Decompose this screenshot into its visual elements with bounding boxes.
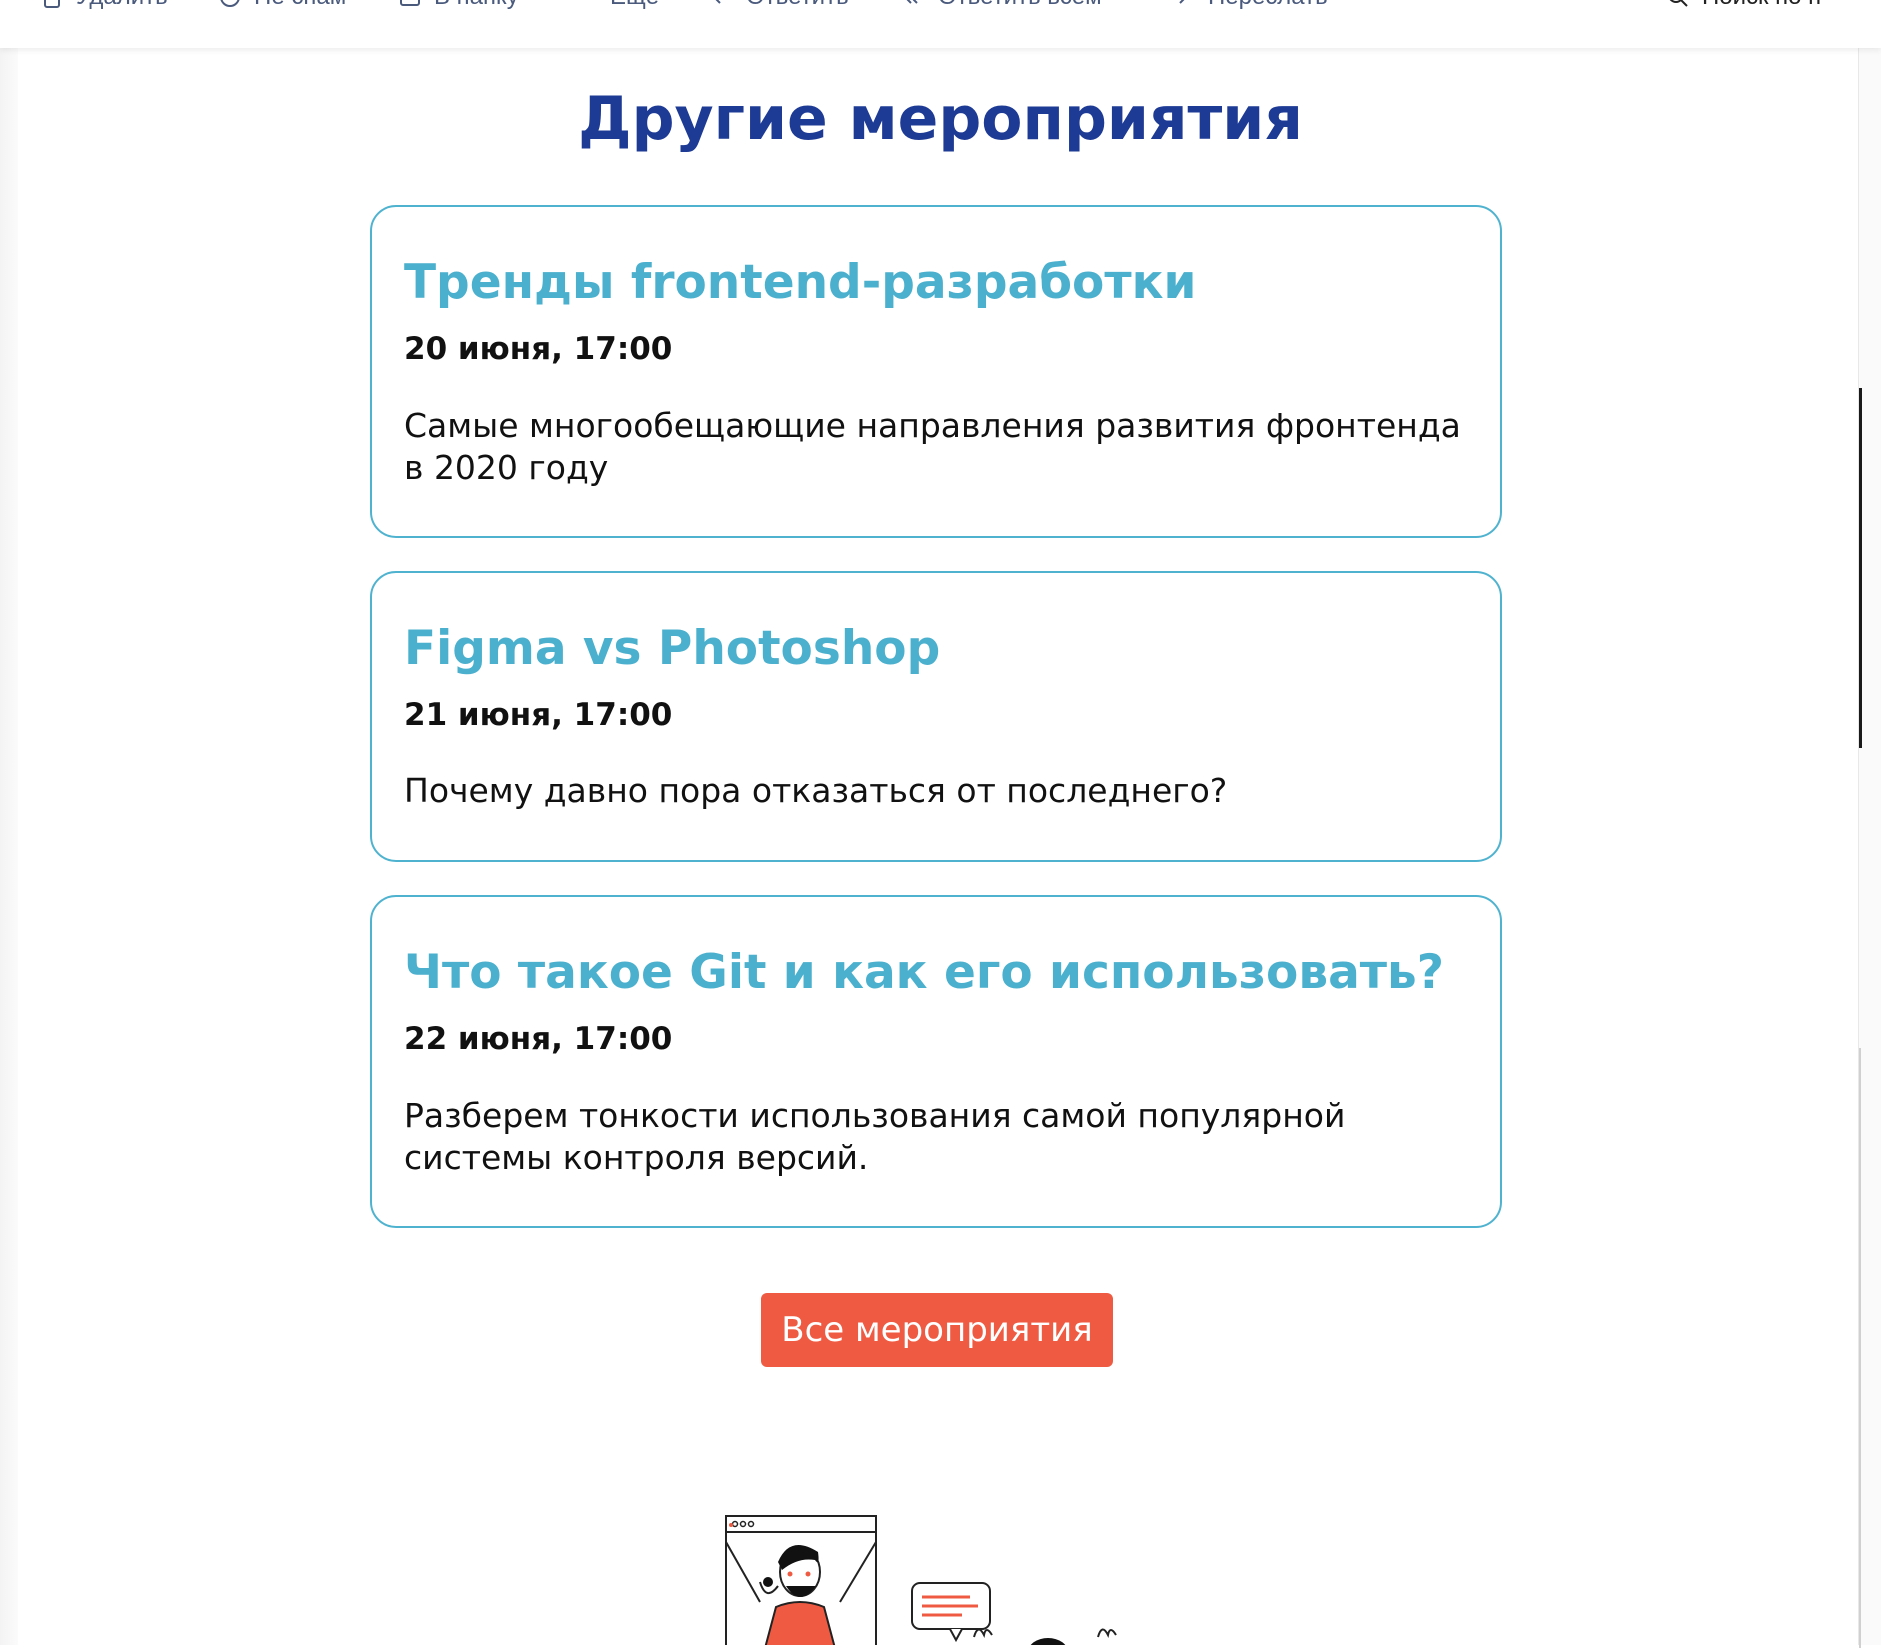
- spam-icon: [220, 0, 240, 7]
- mail-toolbar: Удалить Не спам В папку Ещё Ответить Отв…: [0, 0, 1881, 48]
- event-description: Почему давно пора отказаться от последне…: [404, 771, 1228, 810]
- reply-all-label: Ответить всем: [938, 0, 1102, 11]
- forward-label: Переслать: [1208, 0, 1328, 11]
- forward-icon: [1179, 0, 1185, 4]
- event-card: Тренды frontend-разработки 20 июня, 17:0…: [370, 205, 1502, 538]
- email-frame-left: [0, 48, 18, 1645]
- reply-all-icon: [906, 0, 918, 4]
- delete-button[interactable]: Удалить: [40, 0, 168, 10]
- event-title[interactable]: Figma vs Photoshop: [404, 621, 940, 676]
- forward-button[interactable]: Переслать: [1172, 0, 1328, 10]
- event-date: 21 июня, 17:00: [404, 697, 673, 733]
- event-card: Что такое Git и как его использовать? 22…: [370, 895, 1502, 1228]
- event-card: Figma vs Photoshop 21 июня, 17:00 Почему…: [370, 571, 1502, 862]
- search-label: Поиск по п: [1702, 0, 1821, 11]
- search-icon: [1669, 0, 1688, 7]
- search-button[interactable]: Поиск по п: [1666, 0, 1821, 10]
- reply-label: Ответить: [746, 0, 849, 11]
- reply-button[interactable]: Ответить: [710, 0, 849, 10]
- more-button[interactable]: Ещё: [610, 0, 659, 10]
- event-title[interactable]: Тренды frontend-разработки: [404, 255, 1196, 310]
- people-illustration: [725, 1515, 1117, 1645]
- event-description: Самые многообещающие направления развити…: [404, 406, 1461, 487]
- scrollbar-track: [1859, 1048, 1861, 1648]
- all-events-button[interactable]: Все мероприятия: [761, 1293, 1113, 1367]
- scrollbar[interactable]: [1858, 48, 1881, 1648]
- event-date: 22 июня, 17:00: [404, 1021, 673, 1057]
- delete-label: Удалить: [76, 0, 168, 11]
- event-date: 20 июня, 17:00: [404, 331, 673, 367]
- move-to-folder-button[interactable]: В папку: [398, 0, 519, 10]
- not-spam-label: Не спам: [254, 0, 346, 11]
- reply-all-button[interactable]: Ответить всем: [902, 0, 1102, 10]
- trash-icon: [44, 0, 60, 8]
- reply-icon: [715, 0, 721, 4]
- folder-icon: [400, 0, 420, 6]
- event-title[interactable]: Что такое Git и как его использовать?: [404, 945, 1444, 1000]
- move-to-folder-label: В папку: [434, 0, 519, 11]
- scrollbar-thumb[interactable]: [1859, 388, 1862, 748]
- event-description: Разберем тонкости использования самой по…: [404, 1096, 1346, 1177]
- section-title: Другие мероприятия: [578, 84, 1303, 154]
- not-spam-button[interactable]: Не спам: [218, 0, 346, 10]
- more-label: Ещё: [610, 0, 659, 11]
